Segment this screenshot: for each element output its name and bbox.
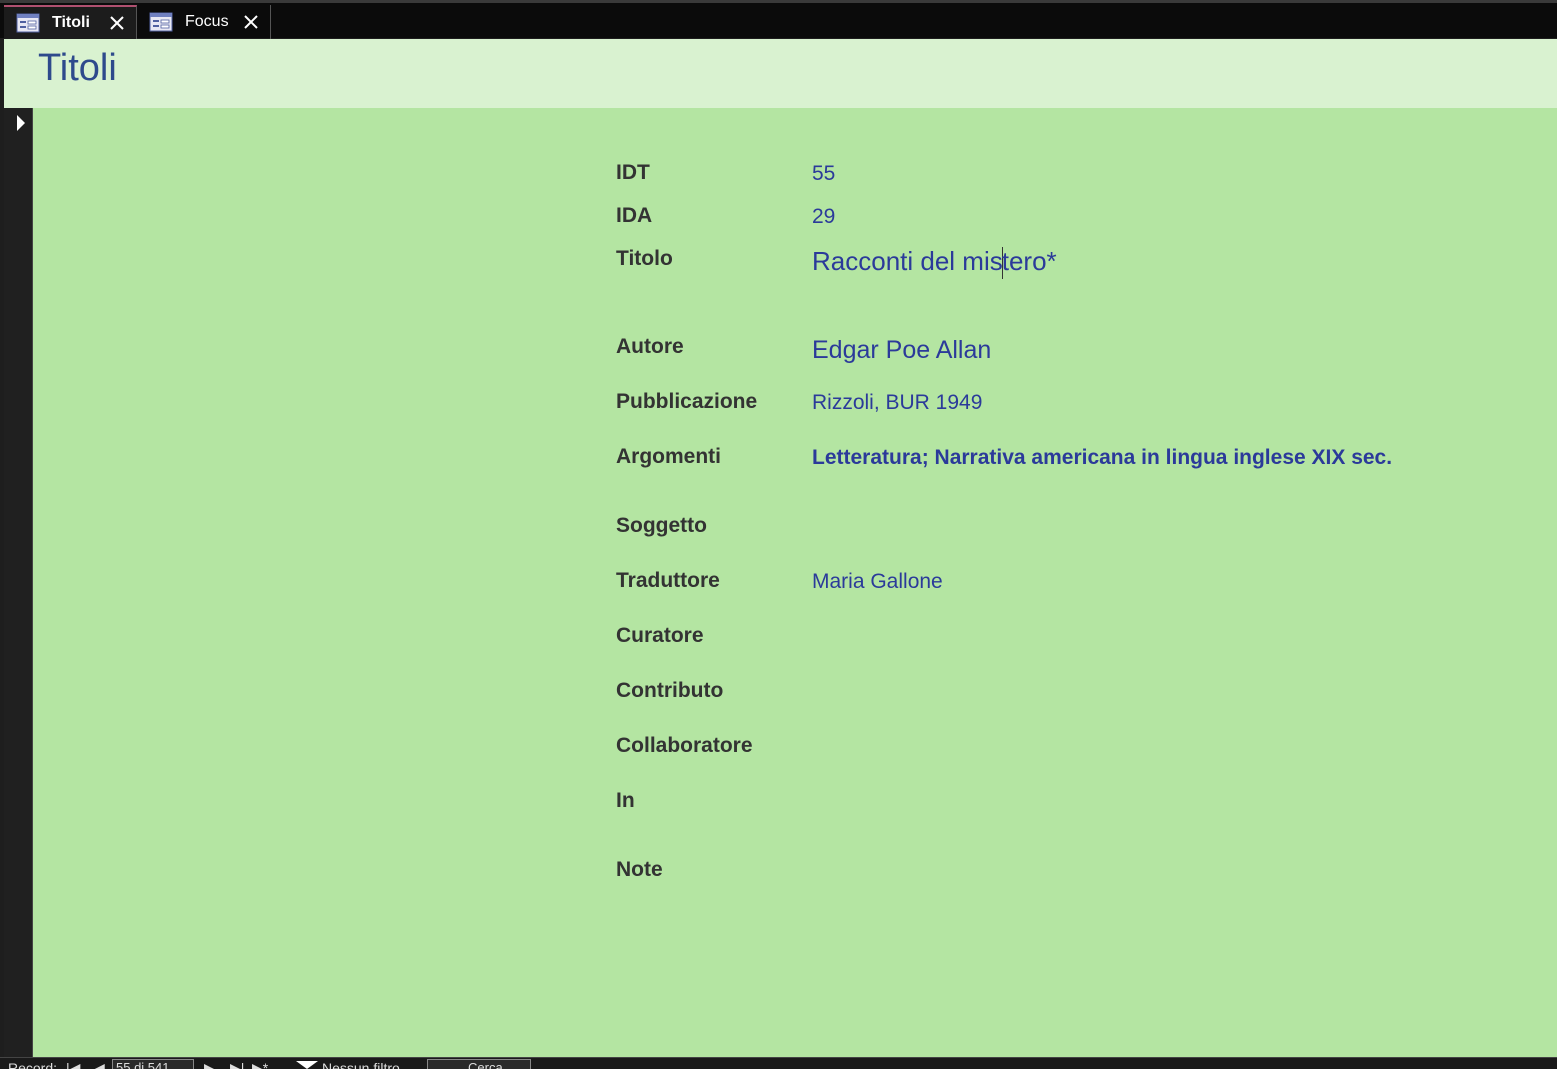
label-ida: IDA	[616, 204, 653, 227]
label-note: Note	[616, 858, 663, 881]
label-autore: Autore	[616, 335, 684, 358]
field-idt[interactable]: 55	[812, 162, 835, 186]
label-pubblicazione: Pubblicazione	[616, 390, 758, 413]
form-icon	[149, 12, 173, 32]
label-collaboratore: Collaboratore	[616, 734, 753, 757]
close-icon[interactable]	[108, 14, 126, 32]
current-record-arrow-icon	[17, 115, 25, 131]
label-titolo: Titolo	[616, 247, 673, 270]
label-curatore: Curatore	[616, 624, 704, 647]
field-titolo[interactable]: Racconti del mistero*	[812, 246, 1057, 280]
record-navigation-bar: Record: |◀ ◀ 55 di 541 ▶ ▶| ▶* Nessun fi…	[0, 1057, 1557, 1069]
close-icon[interactable]	[242, 13, 260, 31]
label-traduttore: Traduttore	[616, 569, 720, 592]
form-icon	[16, 13, 40, 33]
label-idt: IDT	[616, 161, 650, 184]
titolo-text-after-caret: tero*	[1001, 246, 1057, 276]
label-contributo: Contributo	[616, 679, 724, 702]
tab-label: Titoli	[52, 14, 90, 31]
form-title: Titoli	[38, 47, 117, 89]
form-detail: IDT 55 IDA 29 Titolo Racconti del mister…	[33, 108, 1557, 1057]
field-traduttore[interactable]: Maria Gallone	[812, 570, 943, 594]
tab-titoli[interactable]: Titoli	[4, 5, 137, 39]
tab-label: Focus	[185, 13, 229, 30]
tab-focus[interactable]: Focus	[137, 5, 271, 39]
form-header: Titoli	[4, 39, 1557, 108]
field-pubblicazione[interactable]: Rizzoli, BUR 1949	[812, 391, 982, 415]
label-soggetto: Soggetto	[616, 514, 707, 537]
label-in: In	[616, 789, 635, 812]
field-argomenti[interactable]: Letteratura; Narrativa americana in ling…	[812, 446, 1392, 470]
record-selector[interactable]	[4, 108, 33, 1057]
label-argomenti: Argomenti	[616, 445, 721, 468]
titolo-text-before-caret: Racconti del mis	[812, 246, 1003, 276]
field-ida[interactable]: 29	[812, 205, 835, 229]
field-autore[interactable]: Edgar Poe Allan	[812, 336, 991, 365]
document-tab-bar: Titoli Focus	[0, 0, 1557, 39]
